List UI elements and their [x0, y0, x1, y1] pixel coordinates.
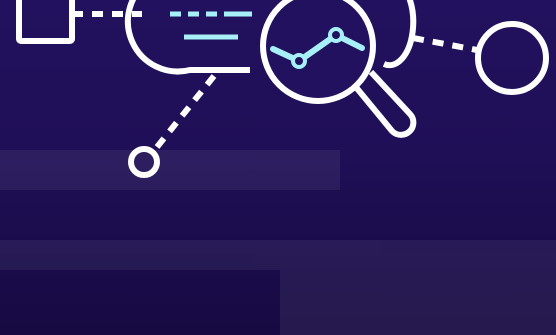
trend-point	[328, 27, 344, 43]
circle-node-icon	[475, 21, 549, 95]
background-panels	[0, 150, 556, 335]
connector-cloud-to-large-circle	[412, 35, 478, 53]
document-text-lines	[170, 11, 252, 40]
network-analytics-illustration	[0, 0, 556, 335]
background-panel	[0, 240, 556, 270]
square-node-icon	[16, 0, 75, 44]
illustration-canvas	[0, 0, 556, 335]
trend-point	[291, 53, 307, 69]
background-panel	[280, 270, 556, 335]
background-panel	[105, 165, 215, 190]
connector-cloud-to-small-circle	[150, 74, 217, 154]
